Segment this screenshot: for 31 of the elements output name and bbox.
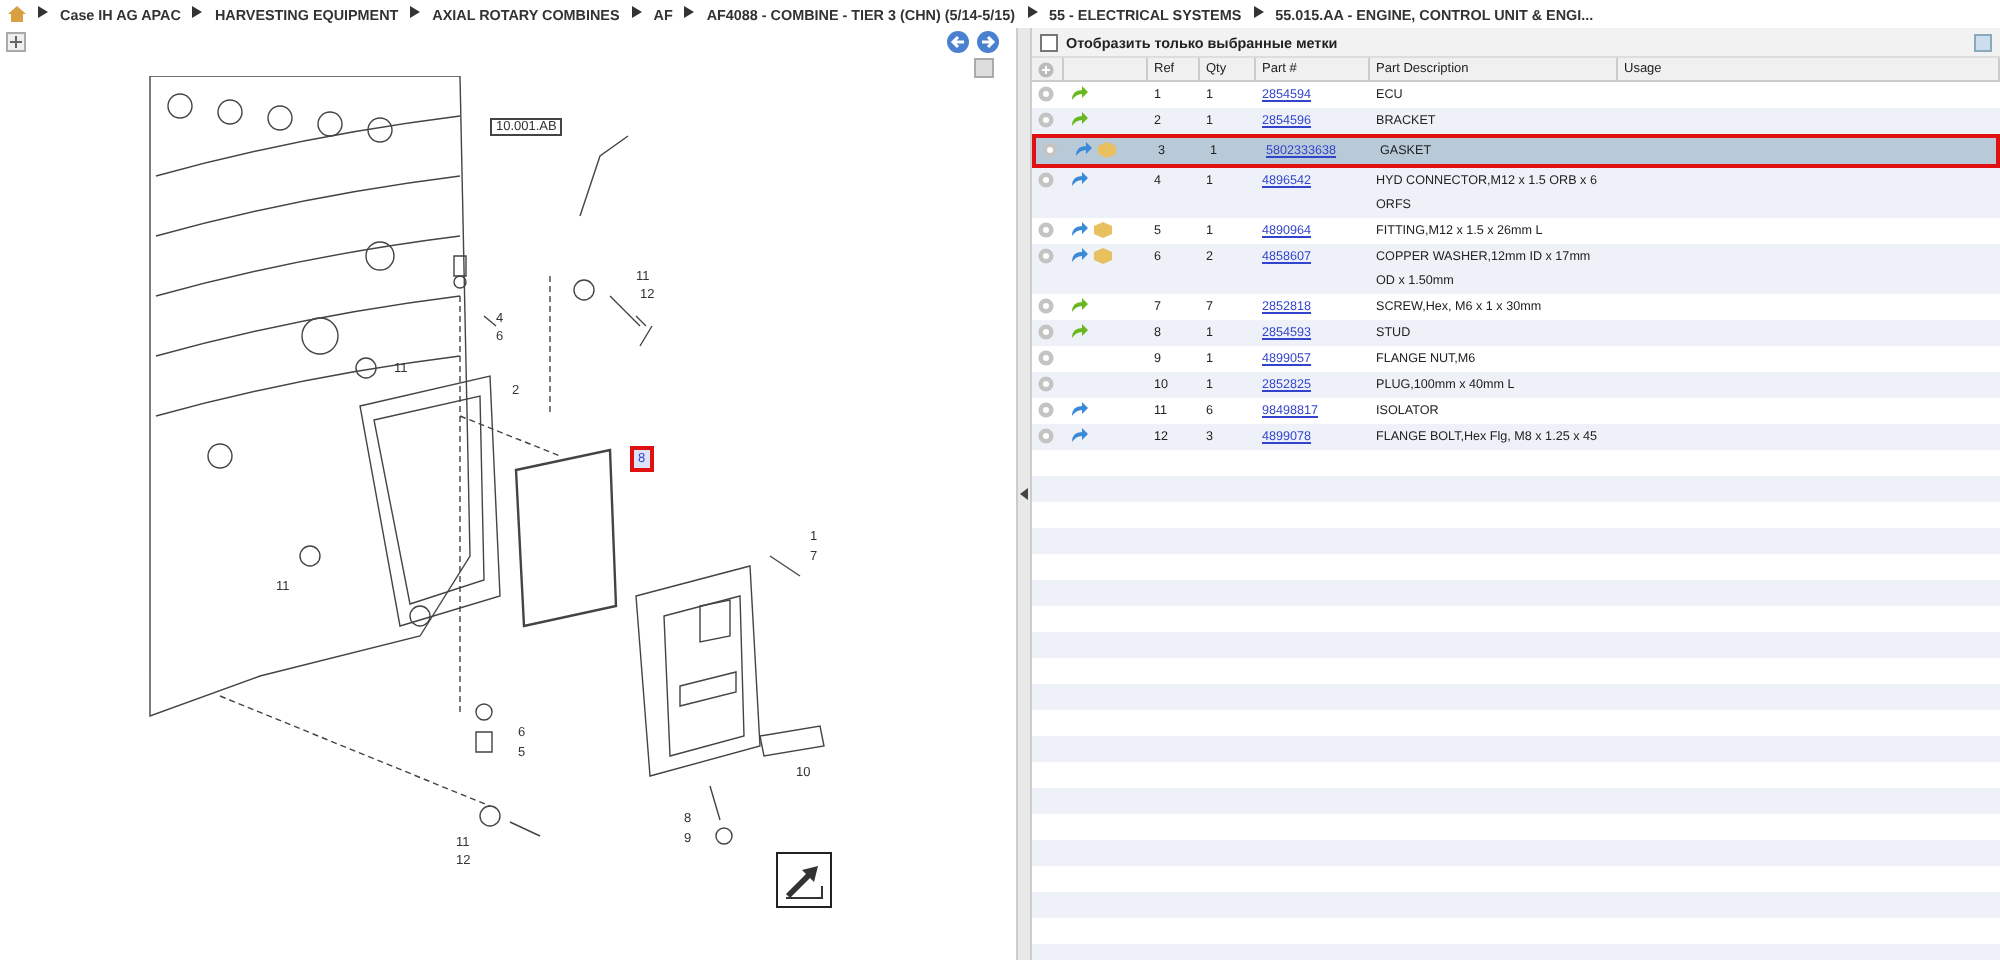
triangle-icon <box>192 6 203 22</box>
box-icon[interactable] <box>1094 222 1112 238</box>
box-icon[interactable] <box>1094 248 1112 264</box>
circle-icon[interactable] <box>1038 86 1054 102</box>
circle-icon[interactable] <box>1038 298 1054 314</box>
circle-icon[interactable] <box>1038 112 1054 128</box>
columns-icon[interactable] <box>1974 33 1992 51</box>
collapse-arrow-icon[interactable] <box>1020 488 1028 500</box>
box-icon[interactable] <box>1098 142 1116 158</box>
expand-icon[interactable] <box>6 32 26 52</box>
triangle-icon <box>684 6 695 22</box>
circle-icon[interactable] <box>1042 142 1058 158</box>
circle-icon[interactable] <box>1038 376 1054 392</box>
triangle-icon <box>410 6 421 22</box>
triangle-icon <box>38 6 48 22</box>
triangle-icon <box>1027 6 1038 22</box>
circle-icon[interactable] <box>1038 248 1054 264</box>
triangle-icon <box>631 6 642 22</box>
circle-icon[interactable] <box>1038 222 1054 238</box>
triangle-icon <box>1253 6 1264 22</box>
add-icon[interactable] <box>1038 61 1054 77</box>
diagram-view-button[interactable] <box>776 852 832 908</box>
circle-icon[interactable] <box>1038 428 1054 444</box>
circle-icon[interactable] <box>1038 350 1054 366</box>
scroll-square-icon[interactable] <box>974 58 994 78</box>
back-icon[interactable] <box>946 30 970 54</box>
forward-icon[interactable] <box>976 30 1000 54</box>
circle-icon[interactable] <box>1038 172 1054 188</box>
home-icon[interactable] <box>8 6 26 22</box>
circle-icon[interactable] <box>1038 324 1054 340</box>
circle-icon[interactable] <box>1038 402 1054 418</box>
